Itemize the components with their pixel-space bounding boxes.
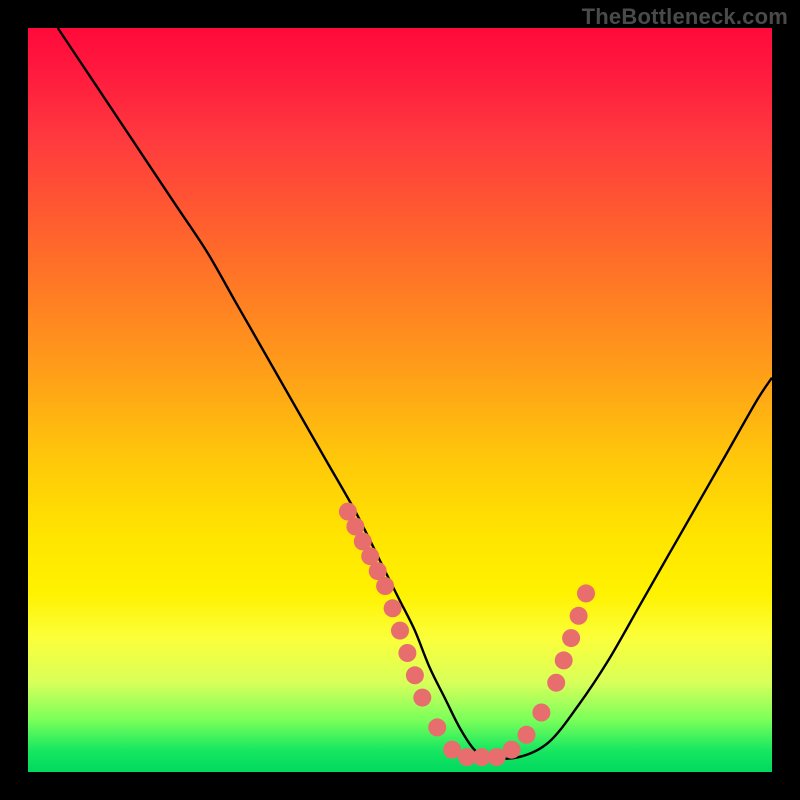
scatter-dot	[428, 718, 446, 736]
scatter-dot	[555, 651, 573, 669]
watermark-label: TheBottleneck.com	[582, 4, 788, 30]
scatter-dot	[577, 584, 595, 602]
scatter-dot	[503, 741, 521, 759]
scatter-dot	[570, 607, 588, 625]
scatter-dot	[376, 577, 394, 595]
scatter-dot	[406, 666, 424, 684]
scatter-dot	[562, 629, 580, 647]
scatter-points	[339, 503, 595, 766]
scatter-dot	[384, 599, 402, 617]
scatter-dot	[532, 704, 550, 722]
scatter-dot	[413, 689, 431, 707]
plot-area	[28, 28, 772, 772]
scatter-dot	[391, 622, 409, 640]
scatter-dot	[518, 726, 536, 744]
scatter-dot	[547, 674, 565, 692]
chart-frame: TheBottleneck.com	[0, 0, 800, 800]
scatter-dot	[398, 644, 416, 662]
curve-layer	[28, 28, 772, 772]
